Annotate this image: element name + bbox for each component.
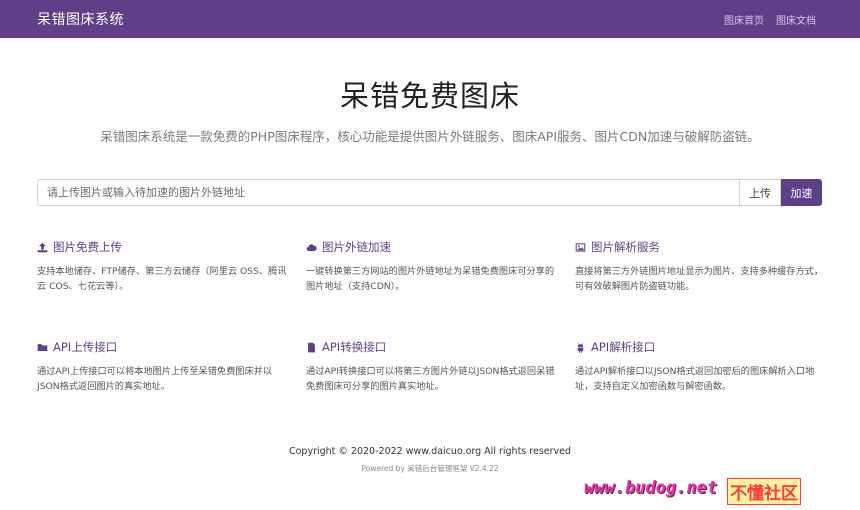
page-title: 呆错免费图床 — [339, 79, 520, 113]
image-url-input[interactable] — [37, 179, 739, 206]
site-watermark: www.budog.net 不懂社区 — [584, 478, 802, 505]
speed-button[interactable]: 加速 — [781, 179, 822, 206]
feature-title-text: API转换接口 — [322, 340, 387, 354]
file-icon — [308, 342, 315, 352]
feature-card-api-upload: API上传接口 通过API上传接口可以将本地图片上传至呆错免费图床并以JSON格… — [37, 340, 287, 394]
brand-logo[interactable]: 呆错图床系统 — [37, 9, 124, 29]
feature-card-parse: 图片解析服务 直接将第三方外链图片地址显示为图片、支持多种缓存方式，可有效破解图… — [575, 240, 825, 294]
feature-title: 图片外链加速 — [306, 240, 556, 254]
feature-title: API上传接口 — [37, 340, 287, 354]
url-input-group: 上传 加速 — [37, 179, 822, 206]
feature-desc: 一键转换第三方网站的图片外链地址为呆错免费图床可分享的图片地址（支持CDN）。 — [306, 266, 555, 292]
feature-title: 图片免费上传 — [37, 240, 287, 254]
nav-link-docs[interactable]: 图床文档 — [776, 12, 816, 27]
feature-card-api-convert: API转换接口 通过API转换接口可以将第三方图片外链以JSON格式返回呆错免费… — [306, 340, 556, 394]
feature-desc: 通过API转换接口可以将第三方图片外链以JSON格式返回呆错免费图床可分享的图片… — [306, 366, 555, 392]
feature-desc: 通过API解析接口以JSON格式返回加密后的图床解析入口地址，支持自定义加密函数… — [575, 366, 815, 392]
feature-card-speed: 图片外链加速 一键转换第三方网站的图片外链地址为呆错免费图床可分享的图片地址（支… — [306, 240, 556, 294]
upload-icon — [37, 242, 48, 252]
nav-link-home[interactable]: 图床首页 — [724, 12, 764, 27]
cloud-icon — [306, 243, 317, 251]
watermark-text: 不懂社区 — [727, 478, 802, 505]
navbar: 呆错图床系统 图床首页 图床文档 — [0, 0, 860, 38]
feature-card-api-parse: API解析接口 通过API解析接口以JSON格式返回加密后的图床解析入口地址，支… — [575, 340, 825, 394]
feature-desc: 直接将第三方外链图片地址显示为图片、支持多种缓存方式，可有效破解图片防盗链功能。 — [575, 266, 824, 292]
feature-title-text: API上传接口 — [53, 340, 118, 354]
nav-links: 图床首页 图床文档 — [724, 12, 816, 27]
image-icon — [575, 242, 586, 252]
feature-title: API解析接口 — [575, 340, 825, 354]
feature-title-text: 图片解析服务 — [591, 240, 660, 254]
feature-card-upload: 图片免费上传 支持本地储存、FTP储存、第三方云储存（阿里云 OSS、腾讯云 C… — [37, 240, 287, 294]
feature-desc: 支持本地储存、FTP储存、第三方云储存（阿里云 OSS、腾讯云 COS、七花云等… — [37, 266, 287, 292]
feature-title-text: 图片外链加速 — [322, 240, 391, 254]
android-icon — [577, 342, 584, 353]
folder-icon — [37, 343, 48, 351]
footer-powered-by: Powered by 呆错后台管理框架 V2.4.22 — [361, 464, 499, 473]
feature-title-text: API解析接口 — [591, 340, 656, 354]
feature-title-text: 图片免费上传 — [53, 240, 122, 254]
page-subtitle: 呆错图床系统是一款免费的PHP图床程序，核心功能是提供图片外链服务、图床API服… — [100, 129, 760, 144]
feature-title: 图片解析服务 — [575, 240, 825, 254]
upload-button[interactable]: 上传 — [739, 179, 781, 206]
watermark-url: www.budog.net — [584, 478, 718, 498]
feature-desc: 通过API上传接口可以将本地图片上传至呆错免费图床并以JSON格式返回图片的真实… — [37, 366, 273, 392]
feature-title: API转换接口 — [306, 340, 556, 354]
footer-copyright: Copyright © 2020-2022 www.daicuo.org All… — [288, 446, 572, 457]
